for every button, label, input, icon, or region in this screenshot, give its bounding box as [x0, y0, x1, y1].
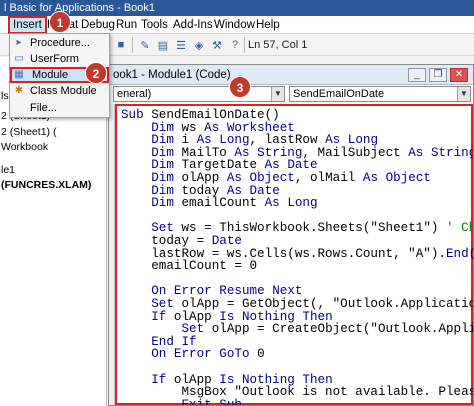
toolbox-icon[interactable]: ⚒ [210, 38, 224, 52]
menu-item-label: Procedure... [30, 37, 90, 49]
cursor-position: Ln 57, Col 1 [248, 39, 308, 51]
code-line: Set olApp = GetObject(, "Outlook.Applica… [151, 297, 473, 311]
menu-window[interactable]: Window [211, 16, 258, 34]
menu-item-label: Class Module [30, 85, 97, 97]
code-editor[interactable]: Sub SendEmailOnDate() Dim ws As Workshee… [109, 104, 473, 405]
code-window: ook1 - Module1 (Code) _ ❐ ✕ eneral) ▼ Se… [108, 64, 474, 406]
close-icon[interactable]: ✕ [450, 68, 468, 82]
toolbar-separator [244, 37, 245, 53]
menu-add-ins[interactable]: Add-Ins [170, 16, 216, 34]
project-item[interactable]: le1 [1, 164, 15, 177]
menu-tools[interactable]: Tools [138, 16, 171, 34]
code-line: MsgBox "Outlook is not available. Please… [181, 385, 473, 400]
class-module-icon: ✱ [14, 85, 24, 96]
step-badge-1: 1 [49, 11, 71, 33]
procedure-icon: ▸ [16, 37, 22, 48]
restore-icon[interactable]: ❐ [429, 68, 447, 82]
code-highlight-box: Sub SendEmailOnDate() Dim ws As Workshee… [115, 104, 473, 405]
menu-bar: Insert F mat Debug Run Tools Add-Ins Win… [0, 16, 474, 34]
object-combo[interactable]: eneral) ▼ [113, 86, 285, 102]
menu-item-label: UserForm [30, 53, 79, 65]
procedure-combo[interactable]: SendEmailOnDate ▼ [289, 86, 471, 102]
menu-item-procedure[interactable]: ▸ Procedure... [10, 35, 109, 51]
step-badge-2: 2 [85, 62, 107, 84]
code-line: Dim emailCount As Long [151, 196, 318, 211]
chevron-down-icon[interactable]: ▼ [457, 87, 470, 101]
module-icon: ▦ [14, 69, 24, 80]
help-icon[interactable]: ? [228, 38, 242, 52]
project-explorer-icon[interactable]: ▤ [156, 38, 170, 52]
project-item[interactable]: (FUNCRES.XLAM) [1, 179, 91, 192]
reset-icon[interactable]: ■ [114, 38, 128, 52]
minimize-icon[interactable]: _ [408, 68, 426, 82]
menu-item-label: File... [30, 102, 57, 114]
window-title: l Basic for Applications - Book1 [0, 0, 474, 16]
vba-editor: l Basic for Applications - Book1 Insert … [0, 0, 474, 406]
project-item[interactable]: ls [1, 90, 9, 103]
file-icon [13, 102, 25, 114]
menu-help[interactable]: Help [253, 16, 283, 34]
procedure-combo-value: SendEmailOnDate [293, 88, 385, 100]
menu-insert[interactable]: Insert [8, 16, 47, 34]
code-line: On Error GoTo 0 [151, 347, 265, 362]
step-badge-3: 3 [229, 76, 251, 98]
properties-window-icon[interactable]: ☰ [174, 38, 188, 52]
toolbar-separator [132, 37, 133, 53]
menu-item-class-module[interactable]: ✱ Class Module [10, 83, 109, 99]
menu-item-label: Module [32, 69, 69, 81]
object-browser-icon[interactable]: ◈ [192, 38, 206, 52]
project-item[interactable]: Workbook [1, 141, 48, 154]
code-line: Exit Sub [181, 397, 242, 405]
object-combo-value: eneral) [117, 88, 152, 100]
project-item[interactable]: 2 (Sheet1) ( [1, 126, 56, 139]
chevron-down-icon[interactable]: ▼ [271, 87, 284, 101]
code-line: today = Date [121, 234, 242, 248]
menu-run[interactable]: Run [113, 16, 140, 34]
menu-item-file[interactable]: File... [10, 100, 109, 116]
design-mode-icon[interactable]: ✎ [138, 38, 152, 52]
userform-icon: ▭ [14, 53, 24, 64]
menu-debug[interactable]: Debug [78, 16, 118, 34]
code-line: emailCount = 0 [121, 259, 258, 274]
